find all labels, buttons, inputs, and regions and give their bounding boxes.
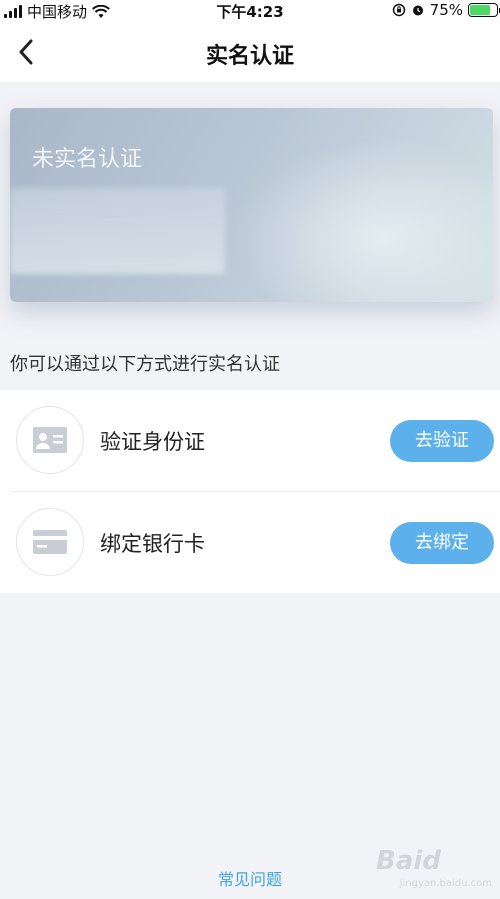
method-label: 验证身份证 xyxy=(100,430,205,454)
nav-bar: 实名认证 xyxy=(0,22,500,82)
method-bank-card: 绑定银行卡 去绑定 xyxy=(0,492,500,593)
verification-card: 未实名认证 xyxy=(10,108,493,302)
method-label: 绑定银行卡 xyxy=(100,532,205,556)
id-card-icon-wrap xyxy=(16,406,84,474)
watermark: Baid jingyan.baidu.com xyxy=(374,846,494,892)
method-list: 验证身份证 去验证 绑定银行卡 去绑定 xyxy=(0,390,500,593)
battery-icon xyxy=(468,3,500,17)
card-decoration xyxy=(233,138,493,302)
watermark-logo: Baid xyxy=(376,846,441,876)
bank-card-icon-wrap xyxy=(16,508,84,576)
bank-card-icon xyxy=(33,530,67,554)
watermark-url: jingyan.baidu.com xyxy=(399,878,492,889)
battery-percent: 75% xyxy=(429,1,463,19)
method-id-card: 验证身份证 去验证 xyxy=(0,390,500,492)
blurred-info xyxy=(10,188,225,274)
bind-bank-card-button[interactable]: 去绑定 xyxy=(390,522,494,564)
methods-hint: 你可以通过以下方式进行实名认证 xyxy=(10,354,280,375)
battery-fill xyxy=(470,5,490,15)
id-card-icon xyxy=(33,427,67,453)
status-bar: 中国移动 下午4:23 75% xyxy=(0,0,500,22)
alarm-icon xyxy=(412,5,423,16)
verification-status: 未实名认证 xyxy=(32,147,143,172)
page-title: 实名认证 xyxy=(205,44,294,69)
verify-id-button[interactable]: 去验证 xyxy=(390,420,494,462)
status-right: 75% xyxy=(392,1,500,19)
rotation-lock-icon xyxy=(392,3,405,17)
